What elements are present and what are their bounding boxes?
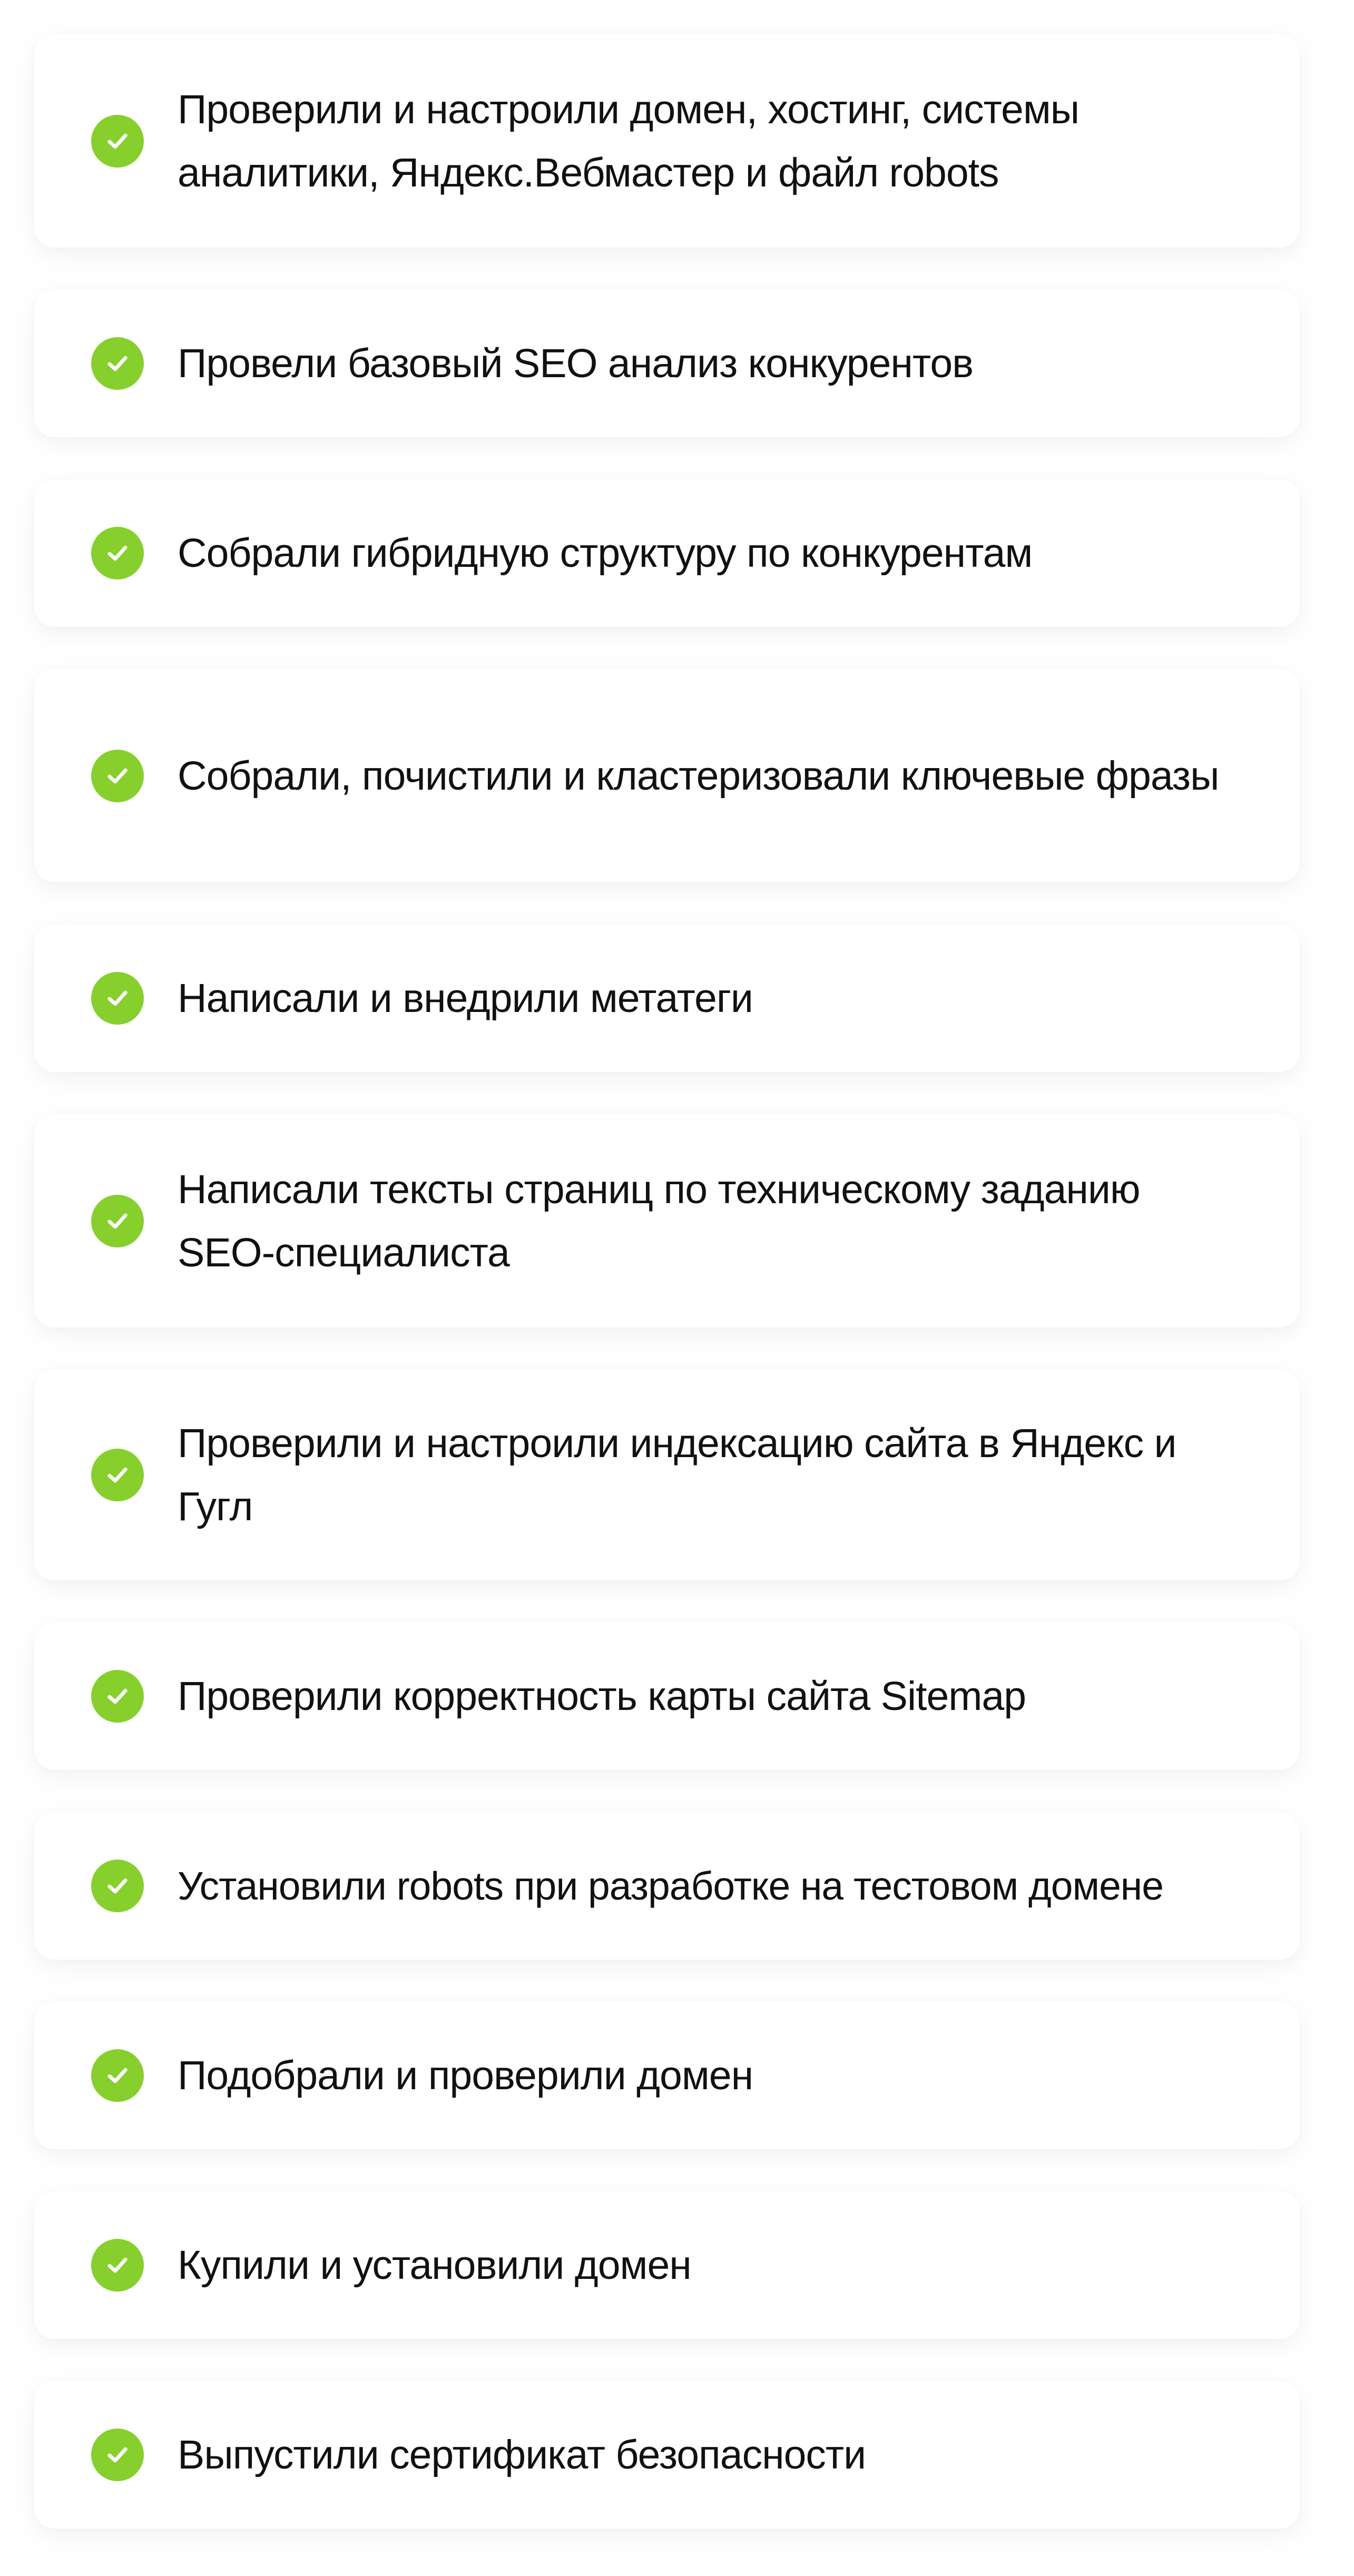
list-item-label: Написали тексты страниц по техническому … [178,1166,1141,1275]
list-item-label: Собрали, почистили и кластеризовали ключ… [178,753,1219,799]
list-item-label: Провели базовый SEO анализ конкурентов [178,341,974,386]
list-item-label: Проверили и настроили домен, хостинг, си… [178,86,1080,195]
list-item: Установили robots при разработке на тест… [34,1812,1300,1960]
checkmark-icon [91,1194,144,1247]
checkmark-icon [91,114,144,168]
list-item-label: Установили robots при разработке на тест… [178,1864,1164,1908]
checkmark-icon [91,2049,144,2102]
list-item-label: Написали и внедрили метатеги [178,976,753,1021]
list-item: Купили и установили домен [34,2191,1300,2339]
list-item-label: Выпустили сертификат безопасности [178,2432,866,2477]
checkmark-icon [91,2428,144,2481]
list-item: Провели базовый SEO анализ конкурентов [34,290,1300,437]
list-item-label: Собрали гибридную структуру по конкурент… [178,530,1033,576]
list-item: Собрали гибридную структуру по конкурент… [34,479,1300,627]
list-item: Подобрали и проверили домен [34,2002,1300,2149]
checkmark-icon [91,337,144,390]
checkmark-icon [91,2239,144,2292]
list-item: Проверили и настроили индексацию сайта в… [34,1370,1300,1580]
list-item-label: Купили и установили домен [178,2243,692,2288]
checkmark-icon [91,527,144,579]
list-item: Собрали, почистили и кластеризовали ключ… [34,669,1300,882]
checkmark-icon [91,749,144,802]
checkmark-icon [91,972,144,1025]
checkmark-icon [91,1449,144,1501]
list-item-label: Проверили и настроили индексацию сайта в… [178,1421,1177,1529]
list-item: Написали тексты страниц по техническому … [34,1114,1300,1328]
checkmark-icon [91,1670,144,1723]
list-item-label: Проверили корректность карты сайта Sitem… [178,1674,1026,1719]
list-item: Написали и внедрили метатеги [34,925,1300,1072]
checkmark-icon [91,1860,144,1912]
list-item-label: Подобрали и проверили домен [178,2053,753,2098]
list-item: Выпустили сертификат безопасности [34,2381,1300,2529]
list-item: Проверили корректность карты сайта Sitem… [34,1623,1300,1770]
list-item: Проверили и настроили домен, хостинг, си… [34,34,1300,248]
